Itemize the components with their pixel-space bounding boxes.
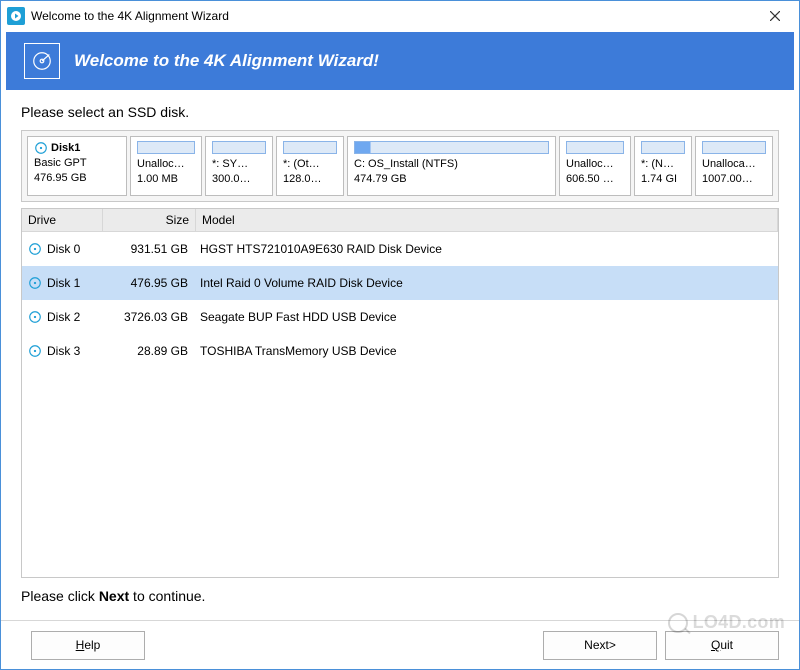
disk-row[interactable]: Disk 3 28.89 GB TOSHIBA TransMemory USB … <box>22 334 778 368</box>
drive-label: Disk 3 <box>47 344 80 358</box>
drive-label: Disk 0 <box>47 242 80 256</box>
disk-type: Basic GPT <box>34 156 120 171</box>
window-title: Welcome to the 4K Alignment Wizard <box>31 9 757 23</box>
partition-sub: 300.0… <box>212 172 266 187</box>
partition-box[interactable]: Unalloca… 1007.00… <box>695 136 773 196</box>
close-button[interactable] <box>757 2 793 30</box>
disk-size: 476.95 GB <box>34 171 120 186</box>
partition-sub: 1.74 GI <box>641 172 685 187</box>
disk-row[interactable]: Disk 1 476.95 GB Intel Raid 0 Volume RAI… <box>22 266 778 300</box>
partition-label: Unalloc… <box>137 157 195 172</box>
partition-bar <box>212 141 266 154</box>
partition-box[interactable]: *: SY… 300.0… <box>205 136 273 196</box>
help-button[interactable]: Help <box>31 631 145 660</box>
partition-bar <box>137 141 195 154</box>
partition-sub: 474.79 GB <box>354 172 549 187</box>
quit-button[interactable]: Quit <box>665 631 779 660</box>
disk-info-box: Disk1 Basic GPT 476.95 GB <box>27 136 127 196</box>
grid-header: Drive Size Model <box>22 209 778 232</box>
partition-label: *: (Ot… <box>283 157 337 172</box>
col-size[interactable]: Size <box>103 209 196 231</box>
partition-bar <box>702 141 766 154</box>
partition-label: Unalloca… <box>702 157 766 172</box>
partition-bar <box>641 141 685 154</box>
next-button[interactable]: Next> <box>543 631 657 660</box>
disk-layout: Disk1 Basic GPT 476.95 GB Unalloc… 1.00 … <box>21 130 779 202</box>
partition-sub: 606.50 … <box>566 172 624 187</box>
drive-size: 476.95 GB <box>102 276 194 290</box>
disk-row-icon <box>28 242 42 256</box>
disk-row-icon <box>28 276 42 290</box>
partition-sub: 128.0… <box>283 172 337 187</box>
disk-row[interactable]: Disk 0 931.51 GB HGST HTS721010A9E630 RA… <box>22 232 778 266</box>
partition-sub: 1007.00… <box>702 172 766 187</box>
partition-box[interactable]: *: (N… 1.74 GI <box>634 136 692 196</box>
partition-bar <box>354 141 549 154</box>
disk-name: Disk1 <box>51 141 80 156</box>
instruction-text: Please select an SSD disk. <box>21 104 779 120</box>
col-model[interactable]: Model <box>196 209 778 231</box>
partition-box[interactable]: Unalloc… 1.00 MB <box>130 136 202 196</box>
drive-size: 28.89 GB <box>102 344 194 358</box>
drive-label: Disk 2 <box>47 310 80 324</box>
drive-label: Disk 1 <box>47 276 80 290</box>
partition-label: *: (N… <box>641 157 685 172</box>
wizard-window: Welcome to the 4K Alignment Wizard Welco… <box>0 0 800 670</box>
partition-label: C: OS_Install (NTFS) <box>354 157 549 172</box>
col-drive[interactable]: Drive <box>22 209 103 231</box>
wizard-title: Welcome to the 4K Alignment Wizard! <box>74 51 379 71</box>
app-icon <box>7 7 25 25</box>
drive-model: HGST HTS721010A9E630 RAID Disk Device <box>194 242 778 256</box>
partition-bar <box>283 141 337 154</box>
partition-bar <box>566 141 624 154</box>
hint-text: Please click Next to continue. <box>21 588 779 604</box>
drive-model: Seagate BUP Fast HDD USB Device <box>194 310 778 324</box>
partition-box-main[interactable]: C: OS_Install (NTFS) 474.79 GB <box>347 136 556 196</box>
disk-row-icon <box>28 344 42 358</box>
disk-row-icon <box>28 310 42 324</box>
titlebar: Welcome to the 4K Alignment Wizard <box>1 1 799 31</box>
disk-grid: Drive Size Model Disk 0 931.51 GB HGST H… <box>21 208 779 578</box>
disk-small-icon <box>34 141 48 155</box>
drive-model: TOSHIBA TransMemory USB Device <box>194 344 778 358</box>
partition-box[interactable]: Unalloc… 606.50 … <box>559 136 631 196</box>
wizard-header: Welcome to the 4K Alignment Wizard! <box>6 32 794 90</box>
partition-box[interactable]: *: (Ot… 128.0… <box>276 136 344 196</box>
disk-row[interactable]: Disk 2 3726.03 GB Seagate BUP Fast HDD U… <box>22 300 778 334</box>
disk-icon <box>24 43 60 79</box>
wizard-body: Please select an SSD disk. Disk1 Basic G… <box>1 90 799 616</box>
partition-label: Unalloc… <box>566 157 624 172</box>
drive-model: Intel Raid 0 Volume RAID Disk Device <box>194 276 778 290</box>
drive-size: 3726.03 GB <box>102 310 194 324</box>
grid-body: Disk 0 931.51 GB HGST HTS721010A9E630 RA… <box>22 232 778 577</box>
partition-sub: 1.00 MB <box>137 172 195 187</box>
drive-size: 931.51 GB <box>102 242 194 256</box>
footer: Help Next> Quit <box>1 621 799 669</box>
partition-label: *: SY… <box>212 157 266 172</box>
